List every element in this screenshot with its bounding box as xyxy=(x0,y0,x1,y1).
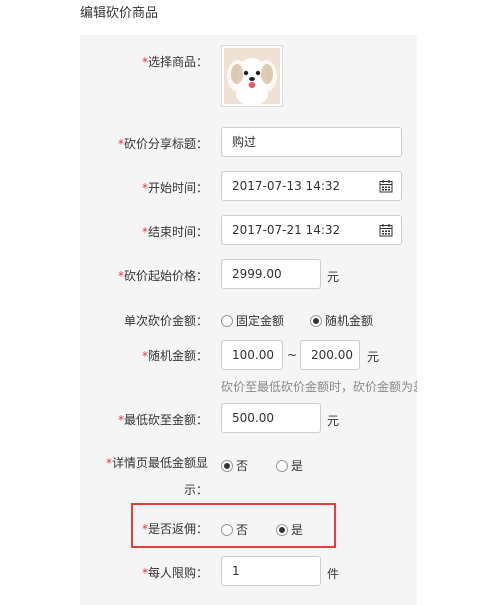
random-amount-max-input[interactable]: 200.00 xyxy=(300,340,360,370)
min-price-label: *最低砍至金额： xyxy=(117,413,208,427)
start-price-unit: 元 xyxy=(327,270,340,284)
rebate-radio-group: 否 是 xyxy=(221,521,329,538)
radio-button[interactable] xyxy=(276,459,289,472)
random-amount-unit: 元 xyxy=(367,350,380,364)
min-price-unit: 元 xyxy=(327,414,340,428)
share-title-input[interactable]: 购过 xyxy=(221,127,402,157)
show-min-label: *详情页最低金额显示： xyxy=(105,456,208,497)
rebate-label: *是否返佣： xyxy=(141,522,208,536)
radio-rebate-no[interactable]: 否 xyxy=(221,521,248,538)
limit-unit: 件 xyxy=(327,567,340,581)
end-time-input[interactable]: 2017-07-21 14:32 xyxy=(221,215,402,245)
product-thumbnail[interactable] xyxy=(221,45,283,107)
dog-illustration xyxy=(224,48,280,104)
single-amount-label: 单次砍价金额： xyxy=(123,314,208,328)
product-label: *选择商品： xyxy=(141,55,208,69)
radio-button[interactable] xyxy=(221,314,233,327)
radio-fixed-amount[interactable]: 固定金额 xyxy=(221,312,284,329)
show-min-radio-group: 否 是 xyxy=(221,457,329,474)
radio-button-selected[interactable] xyxy=(276,523,289,536)
start-price-label: *砍价起始价格： xyxy=(117,269,208,283)
radio-show-min-yes[interactable]: 是 xyxy=(276,457,303,474)
page-title: 编辑砍价商品 xyxy=(80,6,159,21)
min-price-input[interactable]: 500.00 xyxy=(221,403,321,433)
calendar-icon[interactable] xyxy=(379,223,393,237)
dog-image xyxy=(224,48,280,104)
radio-button[interactable] xyxy=(221,523,233,536)
start-time-input[interactable]: 2017-07-13 14:32 xyxy=(221,171,402,201)
range-separator: ~ xyxy=(287,348,298,362)
start-time-label: *开始时间： xyxy=(141,181,208,195)
calendar-icon[interactable] xyxy=(379,179,393,193)
radio-rebate-yes[interactable]: 是 xyxy=(276,521,303,538)
radio-random-amount[interactable]: 随机金额 xyxy=(310,312,373,329)
start-price-input[interactable]: 2999.00 xyxy=(221,259,321,289)
end-time-label: *结束时间： xyxy=(141,225,208,239)
radio-button-selected[interactable] xyxy=(310,314,323,327)
radio-button-selected[interactable] xyxy=(221,459,233,472)
random-amount-min-input[interactable]: 100.00 xyxy=(221,340,283,370)
random-amount-label: *随机金额： xyxy=(141,349,208,363)
single-amount-radio-group: 固定金额 随机金额 xyxy=(221,312,399,329)
limit-input[interactable]: 1 xyxy=(221,556,321,586)
radio-show-min-no[interactable]: 否 xyxy=(221,457,248,474)
share-title-label: *砍价分享标题： xyxy=(117,137,208,151)
limit-label: *每人限购： xyxy=(141,566,208,580)
random-amount-hint: 砍价至最低砍价金额时，砍价金额为差 xyxy=(221,380,417,394)
